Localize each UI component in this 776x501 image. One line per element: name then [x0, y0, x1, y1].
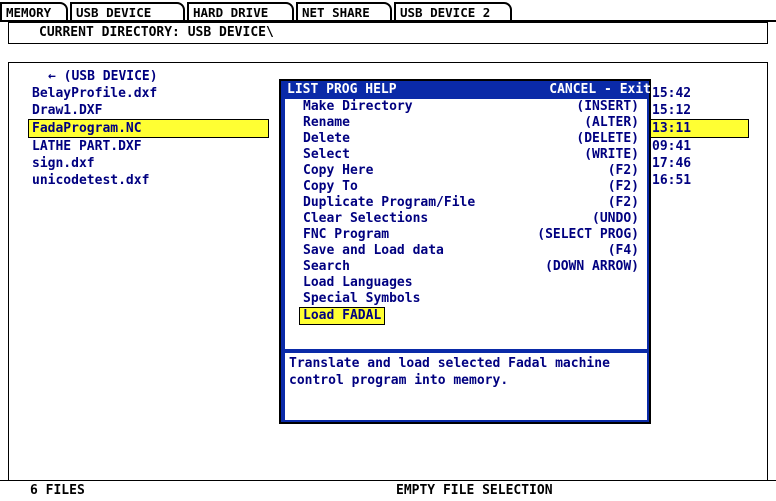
- list-item-parent[interactable]: ← (USB DEVICE): [32, 68, 269, 85]
- list-item[interactable]: Draw1.DXF: [32, 102, 269, 119]
- menu-item-delete[interactable]: Delete: [303, 131, 350, 147]
- help-menu: Make Directory (INSERT) Rename (ALTER) D…: [285, 99, 647, 349]
- help-description: Translate and load selected Fadal machin…: [285, 353, 647, 420]
- tab-bar: MEMORY USB DEVICE HARD DRIVE NET SHARE U…: [0, 0, 776, 22]
- list-item-selected[interactable]: FadaProgram.NC: [28, 119, 269, 138]
- file-time-selected: 13:11: [648, 119, 749, 138]
- menu-key: (UNDO): [592, 211, 639, 226]
- files-count: 6 FILES: [30, 483, 85, 498]
- menu-item-fnc-program[interactable]: FNC Program: [303, 227, 389, 243]
- list-item[interactable]: LATHE PART.DXF: [32, 138, 269, 155]
- menu-item-clear-selections[interactable]: Clear Selections: [303, 211, 428, 227]
- file-time: 17:46: [652, 156, 692, 171]
- tab-memory[interactable]: MEMORY: [0, 2, 68, 20]
- menu-item-rename[interactable]: Rename: [303, 115, 350, 131]
- tab-net-share[interactable]: NET SHARE: [296, 2, 392, 20]
- menu-key: (DOWN ARROW): [545, 259, 639, 274]
- list-prog-help-dialog: LIST PROG HELP CANCEL - Exit Make Direct…: [279, 79, 651, 424]
- tab-usb-device[interactable]: USB DEVICE: [70, 2, 185, 20]
- menu-item-copy-here[interactable]: Copy Here: [303, 163, 373, 179]
- menu-item-load-languages[interactable]: Load Languages: [303, 275, 413, 291]
- selection-status: EMPTY FILE SELECTION: [396, 483, 553, 498]
- tab-usb-device-2[interactable]: USB DEVICE 2: [394, 2, 512, 20]
- menu-item-select[interactable]: Select: [303, 147, 350, 163]
- tab-hard-drive[interactable]: HARD DRIVE: [187, 2, 294, 20]
- current-directory: CURRENT DIRECTORY: USB DEVICE\: [8, 22, 768, 44]
- menu-item-duplicate-program-file[interactable]: Duplicate Program/File: [303, 195, 475, 211]
- dialog-title: LIST PROG HELP: [287, 82, 397, 97]
- file-time: 09:41: [652, 139, 692, 154]
- menu-key: (ALTER): [584, 115, 639, 130]
- menu-item-save-and-load-data[interactable]: Save and Load data: [303, 243, 444, 259]
- dialog-header: LIST PROG HELP CANCEL - Exit: [281, 81, 651, 99]
- cancel-exit-button[interactable]: CANCEL - Exit: [549, 81, 651, 99]
- menu-key: (F2): [607, 163, 639, 178]
- file-time: 15:12: [652, 103, 692, 118]
- menu-key: (F2): [607, 179, 639, 194]
- menu-key: (WRITE): [584, 147, 639, 162]
- file-list: ← (USB DEVICE) BelayProfile.dxf Draw1.DX…: [28, 68, 269, 189]
- menu-item-load-fadal[interactable]: Load FADAL: [299, 307, 386, 325]
- list-item[interactable]: unicodetest.dxf: [32, 172, 269, 189]
- file-time: 16:51: [652, 173, 692, 188]
- file-time: 15:42: [652, 86, 692, 101]
- menu-key: (DELETE): [576, 131, 639, 146]
- status-bar: 6 FILES EMPTY FILE SELECTION: [0, 480, 776, 501]
- menu-item-make-directory[interactable]: Make Directory: [303, 99, 413, 115]
- menu-key: (INSERT): [576, 99, 639, 114]
- menu-item-search[interactable]: Search: [303, 259, 350, 275]
- menu-key: (SELECT PROG): [537, 227, 639, 242]
- menu-item-special-symbols[interactable]: Special Symbols: [303, 291, 420, 307]
- menu-item-copy-to[interactable]: Copy To: [303, 179, 358, 195]
- menu-key: (F4): [607, 243, 639, 258]
- menu-key: (F2): [607, 195, 639, 210]
- file-times: 15:42 15:12 13:11 09:41 17:46 16:51: [648, 85, 749, 189]
- list-item[interactable]: BelayProfile.dxf: [32, 85, 269, 102]
- list-item[interactable]: sign.dxf: [32, 155, 269, 172]
